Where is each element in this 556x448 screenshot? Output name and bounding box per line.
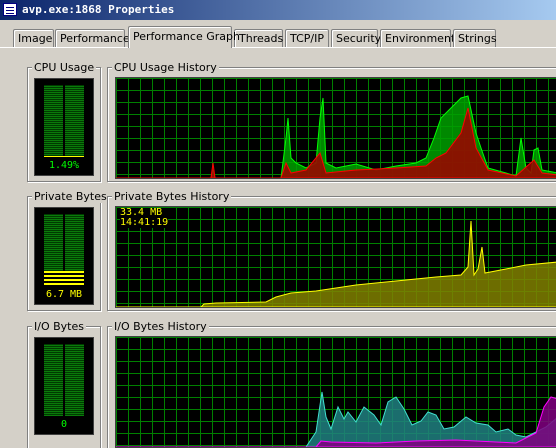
- meter-bars: [44, 344, 84, 416]
- cpu-usage-history-graph[interactable]: [115, 77, 556, 179]
- private-bytes-meter-fill: [44, 271, 84, 286]
- cpu-usage-meter: 1.49%: [34, 78, 94, 176]
- cpu-meter-fill: [44, 156, 84, 157]
- cpu-usage-label: CPU Usage: [32, 61, 97, 74]
- title-bar[interactable]: avp.exe:1868 Properties: [0, 0, 556, 20]
- tab-strip: Image Performance Performance Graph Thre…: [0, 20, 556, 48]
- cpu-total-trace: [116, 95, 556, 178]
- io-bytes-group: I/O Bytes 0: [27, 320, 101, 448]
- private-bytes-history-group: Private Bytes History 33.4 MB 14:41:19: [107, 190, 556, 311]
- io-bytes-meter: 0: [34, 337, 94, 435]
- private-bytes-value: 6.7 MB: [45, 289, 83, 300]
- tab-tcpip[interactable]: TCP/IP: [285, 29, 329, 47]
- private-bytes-history-graph[interactable]: 33.4 MB 14:41:19: [115, 206, 556, 308]
- private-bytes-tooltip: 33.4 MB 14:41:19: [120, 208, 169, 228]
- tab-security[interactable]: Security: [331, 29, 381, 47]
- private-bytes-trace: [116, 220, 556, 307]
- cpu-usage-group: CPU Usage 1.49%: [27, 61, 101, 182]
- io-read-write-trace: [116, 391, 556, 447]
- private-bytes-group: Private Bytes 6.7 MB: [27, 190, 109, 311]
- process-icon: [3, 3, 17, 16]
- private-bytes-label: Private Bytes: [32, 190, 109, 203]
- window-title: avp.exe:1868 Properties: [22, 3, 175, 16]
- io-bytes-value: 0: [60, 419, 68, 430]
- performance-graph-panel: CPU Usage 1.49% CPU Usage History Privat…: [0, 48, 556, 448]
- cpu-usage-value: 1.49%: [48, 160, 80, 171]
- io-bytes-history-graph[interactable]: [115, 336, 556, 448]
- tab-performance[interactable]: Performance: [55, 29, 130, 47]
- meter-bars: [44, 85, 84, 157]
- tab-image[interactable]: Image: [13, 29, 54, 47]
- io-bytes-label: I/O Bytes: [32, 320, 86, 333]
- private-bytes-history-label: Private Bytes History: [112, 190, 232, 203]
- tab-threads[interactable]: Threads: [234, 29, 283, 47]
- tab-environment[interactable]: Environment: [380, 29, 455, 47]
- tab-performance-graph[interactable]: Performance Graph: [128, 26, 240, 48]
- io-bytes-history-label: I/O Bytes History: [112, 320, 209, 333]
- private-bytes-meter: 6.7 MB: [34, 207, 94, 305]
- tab-strings[interactable]: Strings: [453, 29, 497, 47]
- tooltip-time: 14:41:19: [120, 217, 169, 228]
- cpu-graph-svg: [116, 78, 556, 178]
- cpu-usage-history-label: CPU Usage History: [112, 61, 219, 74]
- io-bytes-history-group: I/O Bytes History: [107, 320, 556, 448]
- cpu-usage-history-group: CPU Usage History: [107, 61, 556, 182]
- io-graph-svg: [116, 337, 556, 447]
- pb-graph-svg: [116, 207, 556, 307]
